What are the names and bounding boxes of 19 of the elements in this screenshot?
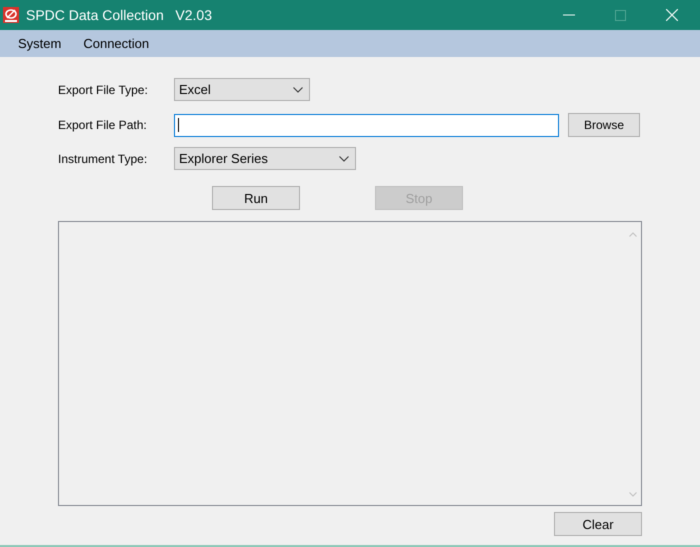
chevron-icon	[293, 86, 303, 92]
close-icon[interactable]	[666, 9, 678, 21]
scroll-up-icon[interactable]	[628, 232, 636, 237]
clear-button[interactable]: Clear	[554, 512, 642, 536]
logo-icon	[3, 7, 19, 23]
window-title: SPDC Data Collection V2.03	[26, 7, 212, 23]
action-button[interactable]: Run	[212, 186, 300, 210]
file-path-field[interactable]	[174, 114, 559, 136]
instrument-type-dropdown[interactable]: Explorer Series	[174, 147, 356, 170]
browse-button[interactable]: Browse	[568, 113, 640, 137]
menu-item[interactable]: System	[18, 36, 62, 51]
field-label: Export File Path:	[58, 118, 148, 132]
chevron-icon	[339, 156, 349, 162]
maximize-icon[interactable]	[615, 10, 626, 20]
field-label: Instrument Type:	[58, 152, 148, 166]
field-label: Export File Type:	[58, 82, 149, 96]
scroll-down-icon[interactable]	[628, 492, 636, 497]
file-type-dropdown[interactable]: Excel	[174, 78, 310, 101]
menu-item[interactable]: Connection	[83, 36, 150, 51]
